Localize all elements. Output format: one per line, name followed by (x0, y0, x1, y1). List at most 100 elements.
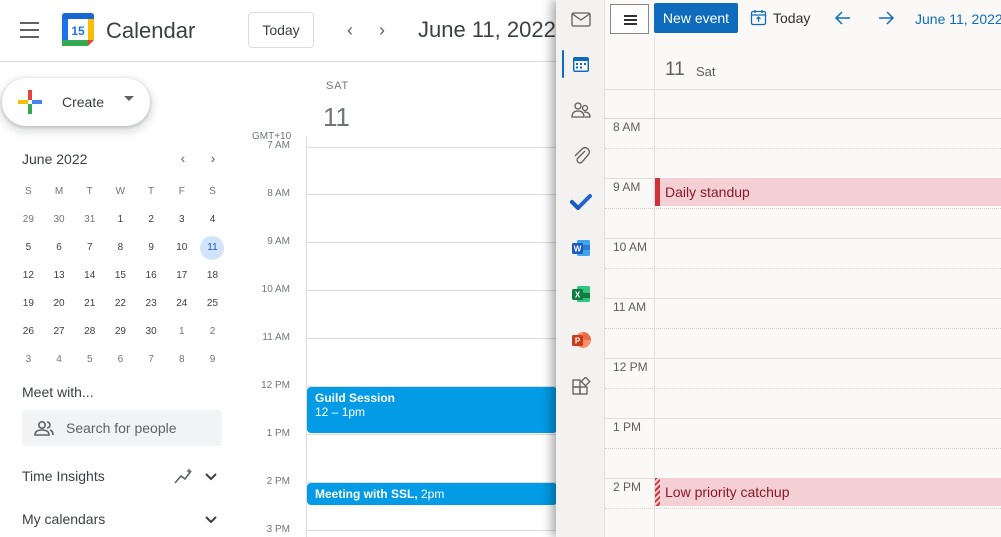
day-number[interactable]: 11 (665, 59, 685, 81)
event-meeting-with-ssl[interactable]: Meeting with SSL, 2pm (307, 483, 556, 505)
mini-calendar-week: 29 30 31 1 2 3 4 (13, 206, 228, 234)
day-number: 30 (145, 326, 157, 337)
day-number: 20 (53, 298, 65, 309)
chevron-down-icon[interactable] (204, 470, 218, 484)
mini-calendar-day[interactable]: 2 (136, 208, 167, 232)
mini-calendar-day[interactable]: 1 (105, 208, 136, 232)
chevron-right-icon[interactable]: › (372, 20, 392, 40)
mini-calendar-day[interactable]: 10 (166, 236, 197, 260)
google-calendar-logo-icon[interactable]: 15 (62, 13, 94, 46)
mini-calendar-day[interactable]: 4 (44, 348, 75, 372)
day-number: 6 (56, 242, 62, 253)
event-time: 2pm (417, 487, 445, 501)
mini-calendar-today[interactable]: 11 (197, 236, 228, 260)
mini-calendar-day[interactable]: 30 (44, 208, 75, 232)
today-button[interactable]: Today (773, 10, 810, 26)
time-slot-row: 10 AM (245, 284, 556, 295)
mini-calendar-day[interactable]: 27 (44, 320, 75, 344)
day-number: 22 (114, 298, 126, 309)
mini-calendar-day[interactable]: 1 (166, 320, 197, 344)
mini-prev-month-icon[interactable]: ‹ (175, 150, 191, 166)
mini-calendar-day[interactable]: 6 (44, 236, 75, 260)
weekday-label: S (209, 186, 216, 197)
arrow-left-icon[interactable] (833, 8, 853, 28)
paperclip-icon[interactable] (570, 145, 592, 167)
mini-calendar-day[interactable]: 6 (105, 348, 136, 372)
mini-calendar-day[interactable]: 25 (197, 292, 228, 316)
event-title: Daily standup (665, 184, 750, 200)
people-icon[interactable] (570, 99, 592, 121)
time-slot-row: 8 AM (245, 188, 556, 199)
half-hour-line (605, 328, 1001, 329)
new-event-button[interactable]: New event (654, 3, 738, 33)
my-calendars-heading[interactable]: My calendars (22, 511, 105, 527)
menu-toggle-button[interactable] (610, 4, 649, 34)
event-daily-standup[interactable]: Daily standup (655, 178, 1001, 206)
mini-calendar-day[interactable]: 5 (74, 348, 105, 372)
mini-calendar-day[interactable]: 5 (13, 236, 44, 260)
mini-calendar-day[interactable]: 7 (74, 236, 105, 260)
mini-calendar-day[interactable]: 3 (13, 348, 44, 372)
mini-calendar-day[interactable]: 19 (13, 292, 44, 316)
mini-calendar-day[interactable]: 18 (197, 264, 228, 288)
mini-calendar-day[interactable]: 20 (44, 292, 75, 316)
mini-calendar-day[interactable]: 24 (166, 292, 197, 316)
date-range-title[interactable]: June 11, 2022 (915, 11, 1001, 27)
mini-calendar-day[interactable]: 12 (13, 264, 44, 288)
excel-icon[interactable]: X (570, 283, 592, 305)
mini-calendar-day[interactable]: 23 (136, 292, 167, 316)
time-insights-heading[interactable]: Time Insights (22, 468, 105, 484)
mini-calendar-day[interactable]: 29 (105, 320, 136, 344)
mini-calendar-day[interactable]: 31 (74, 208, 105, 232)
mini-calendar-day[interactable]: 3 (166, 208, 197, 232)
search-people-input[interactable]: Search for people (22, 410, 222, 446)
create-button[interactable]: Create (2, 78, 150, 126)
todo-icon[interactable] (570, 191, 592, 213)
day-number: 15 (114, 270, 126, 281)
time-slot-row: 7 AM (245, 140, 556, 151)
mini-calendar-day[interactable]: 21 (74, 292, 105, 316)
day-of-week-label: Sat (696, 64, 716, 79)
day-number[interactable]: 11 (323, 102, 350, 133)
calendar-icon[interactable] (570, 53, 592, 75)
mini-calendar-day[interactable]: 8 (166, 348, 197, 372)
event-low-priority-catchup[interactable]: Low priority catchup (655, 478, 1001, 506)
mini-calendar-day[interactable]: 15 (105, 264, 136, 288)
calendar-today-icon[interactable] (750, 9, 767, 26)
event-guild-session[interactable]: Guild Session 12 – 1pm (307, 387, 556, 433)
apps-icon[interactable] (570, 377, 592, 399)
word-icon[interactable]: W (570, 237, 592, 259)
today-button[interactable]: Today (248, 12, 314, 48)
day-number: 7 (148, 354, 154, 365)
outlook-time-grid[interactable]: 8 AM 9 AM 10 AM 11 AM 12 PM 1 PM 2 PM (605, 90, 1001, 537)
mini-calendar-day[interactable]: 17 (166, 264, 197, 288)
mini-next-month-icon[interactable]: › (205, 150, 221, 166)
mini-calendar-day[interactable]: 30 (136, 320, 167, 344)
mini-calendar-day[interactable]: 22 (105, 292, 136, 316)
mini-calendar-day[interactable]: 9 (136, 236, 167, 260)
mini-calendar-day[interactable]: 29 (13, 208, 44, 232)
mini-calendar-day[interactable]: 8 (105, 236, 136, 260)
powerpoint-icon[interactable]: P (570, 329, 592, 351)
half-hour-line (605, 208, 1001, 209)
mini-calendar-day[interactable]: 4 (197, 208, 228, 232)
mini-calendar-day[interactable]: 13 (44, 264, 75, 288)
mini-calendar-day[interactable]: 16 (136, 264, 167, 288)
day-time-grid[interactable]: 7 AM 8 AM 9 AM 10 AM 11 AM 12 PM 1 PM 2 PM 3 PM (245, 137, 556, 537)
chevron-left-icon[interactable]: ‹ (340, 20, 360, 40)
main-menu-icon[interactable] (20, 22, 39, 38)
mini-calendar-day[interactable]: 14 (74, 264, 105, 288)
arrow-right-icon[interactable] (876, 8, 896, 28)
day-number: 4 (56, 354, 62, 365)
time-label: 9 AM (613, 180, 641, 194)
svg-text:X: X (575, 291, 581, 300)
mini-calendar-day[interactable]: 28 (74, 320, 105, 344)
day-number: 30 (53, 214, 65, 225)
mini-calendar-day[interactable]: 7 (136, 348, 167, 372)
mini-calendar-day[interactable]: 26 (13, 320, 44, 344)
mini-calendar-week: 26 27 28 29 30 1 2 (13, 318, 228, 346)
chevron-down-icon[interactable] (204, 513, 218, 527)
mail-icon[interactable] (570, 8, 592, 30)
mini-calendar-day[interactable]: 9 (197, 348, 228, 372)
mini-calendar-day[interactable]: 2 (197, 320, 228, 344)
